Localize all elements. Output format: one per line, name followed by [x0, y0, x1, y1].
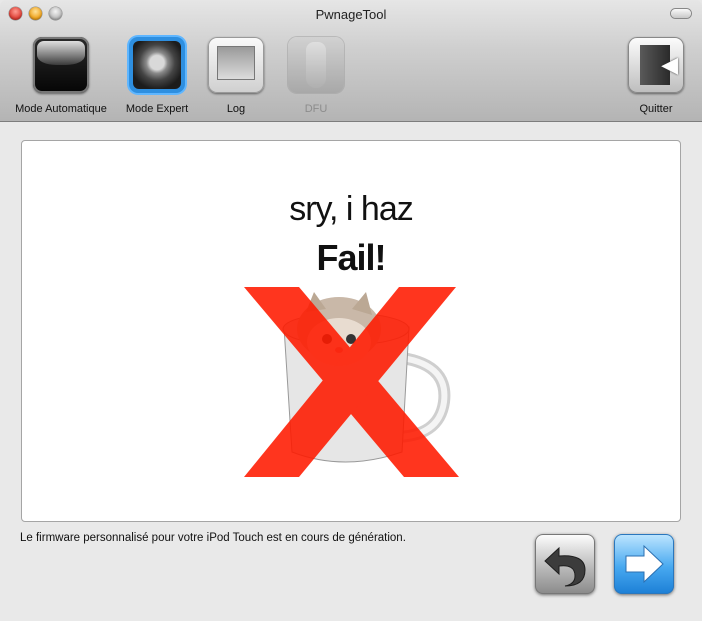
toolbar-toggle-button[interactable] — [671, 9, 691, 18]
toolbar-log[interactable]: Log — [200, 37, 272, 115]
toolbar-dfu[interactable]: DFU — [282, 37, 350, 115]
kitten-in-mug-with-red-x-image — [244, 287, 459, 477]
toolbar-label: DFU — [304, 103, 328, 115]
next-button[interactable] — [614, 534, 674, 594]
einstein-portrait-icon — [129, 37, 185, 93]
exit-door-icon: ◀ — [628, 37, 684, 93]
toolbar-label: Log — [226, 103, 246, 115]
log-screen-icon — [208, 37, 264, 93]
undo-arrow-icon — [544, 546, 586, 587]
toolbar-mode-automatique[interactable]: Mode Automatique — [8, 37, 114, 115]
toolbar: PwnageTool Mode Automatique Mode Expert … — [0, 0, 702, 122]
status-message: Le firmware personnalisé pour votre iPod… — [20, 532, 406, 544]
right-arrow-icon — [625, 544, 664, 584]
fail-headline-bold: Fail! — [316, 237, 386, 278]
toolbar-label: Mode Expert — [125, 103, 189, 115]
fail-headline: sry, i haz — [289, 190, 414, 228]
back-button[interactable] — [535, 534, 595, 594]
window-title: PwnageTool — [315, 7, 387, 22]
pwnagetool-window: PwnageTool Mode Automatique Mode Expert … — [0, 0, 702, 621]
toolbar-quitter[interactable]: ◀ Quitter — [620, 37, 692, 115]
toolbar-label: Quitter — [639, 103, 673, 115]
content-panel: sry, i haz Fail! — [21, 140, 681, 522]
toolbar-label: Mode Automatique — [15, 103, 107, 115]
glossy-black-button-icon — [33, 37, 89, 93]
hand-holding-cable-icon — [288, 37, 344, 93]
toolbar-mode-expert[interactable]: Mode Expert — [118, 37, 196, 115]
